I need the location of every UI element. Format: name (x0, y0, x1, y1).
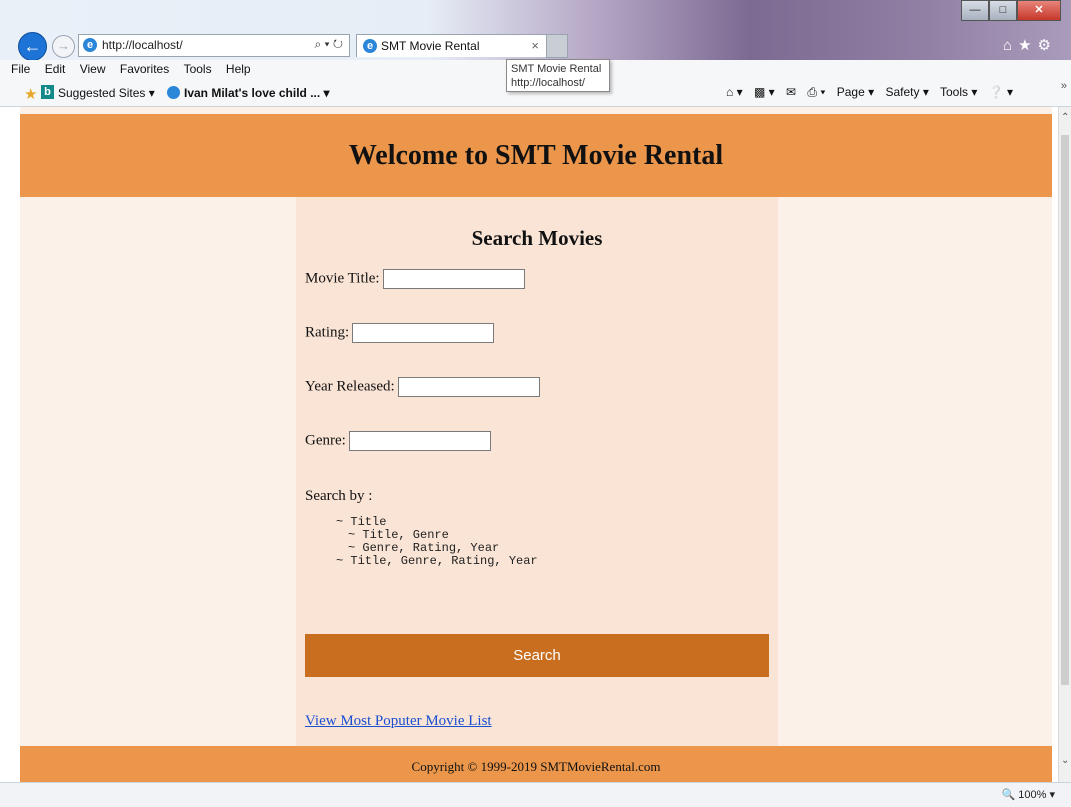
new-tab-button[interactable] (546, 34, 568, 58)
tab-close-icon[interactable]: × (531, 38, 539, 53)
address-bar[interactable]: e http://localhost/ ⌕ ▾ ↻ (78, 34, 350, 57)
tab-tooltip: SMT Movie Rental http://localhost/ (506, 59, 610, 92)
page-body: Welcome to SMT Movie Rental Search Movie… (20, 107, 1052, 782)
search-option-line: ~ Title, Genre, Rating, Year (336, 554, 538, 568)
star-icon[interactable]: ★ (1018, 37, 1037, 54)
zoom-level: 100% (1018, 789, 1047, 801)
popular-movies-link[interactable]: View Most Poputer Movie List (305, 713, 492, 730)
search-button[interactable]: Search (305, 634, 769, 677)
movie-title-input[interactable] (382, 269, 525, 289)
zoom-control[interactable]: 🔍 100% ▾ (1002, 788, 1055, 801)
search-option-line: ~ Title, Genre (348, 528, 449, 542)
status-bar: 🔍 100% ▾ (0, 782, 1071, 807)
site-title: Welcome to SMT Movie Rental (348, 140, 724, 171)
tooltip-title: SMT Movie Rental (511, 63, 602, 75)
tab-title[interactable]: SMT Movie Rental (381, 39, 479, 53)
help-icon[interactable]: ❔ ▾ (989, 85, 1013, 99)
tooltip-url: http://localhost/ (511, 77, 585, 89)
gear-icon[interactable]: ⚙ (1038, 37, 1057, 54)
safety-menu[interactable]: Safety ▾ (885, 85, 928, 99)
zoom-icon: 🔍 (1001, 789, 1016, 801)
site-footer: Copyright © 1999-2019 SMTMovieRental.com (20, 746, 1052, 782)
year-label: Year Released: (305, 378, 395, 395)
form-heading: Search Movies (471, 226, 603, 250)
bing-icon: b (41, 85, 54, 99)
scrollbar-thumb[interactable] (1061, 135, 1069, 685)
menu-help[interactable]: Help (226, 62, 251, 76)
rating-input[interactable] (352, 323, 495, 343)
chevron-right-icon[interactable]: » (1061, 80, 1067, 92)
feeds-icon[interactable]: ▩ ▾ (754, 85, 775, 99)
page-viewport: Welcome to SMT Movie Rental Search Movie… (0, 107, 1071, 782)
print-icon[interactable]: ⎙ ▾ (807, 85, 825, 99)
home-icon[interactable]: ⌂ (1003, 37, 1018, 54)
movie-title-row: Movie Title: (305, 269, 525, 289)
menu-file[interactable]: File (11, 62, 30, 76)
search-option-line: ~ Genre, Rating, Year (348, 541, 500, 555)
favorite-link[interactable]: Ivan Milat's love child ... ▾ (184, 86, 330, 100)
menu-tools[interactable]: Tools (184, 62, 212, 76)
menu-favorites[interactable]: Favorites (120, 62, 169, 76)
command-bar: ⌂ ▾ ▩ ▾ ✉ ⎙ ▾ Page ▾ Safety ▾ Tools ▾ ❔ … (726, 85, 1021, 100)
scroll-up-icon[interactable]: ⌃ (1061, 112, 1069, 123)
scroll-down-icon[interactable]: ⌄ (1061, 755, 1069, 766)
year-input[interactable] (397, 377, 540, 397)
tab-ie-icon: e (363, 39, 377, 53)
mail-icon[interactable]: ✉ (786, 85, 796, 99)
search-by-label: Search by : (305, 488, 373, 504)
rating-label: Rating: (305, 324, 350, 341)
back-arrow-icon[interactable]: ← (18, 32, 47, 61)
browser-tab[interactable]: e SMT Movie Rental × (356, 34, 548, 57)
favorites-star-icon[interactable]: ★ (24, 85, 37, 103)
genre-row: Genre: (305, 431, 491, 451)
toolbar-icons: ⌂★⚙ (1003, 36, 1057, 54)
window-controls: — □ ✕ (961, 0, 1061, 21)
movie-title-label: Movie Title: (305, 270, 380, 287)
search-panel: Search Movies Movie Title: Rating: Year … (296, 197, 778, 782)
browser-title-bar: ← → e http://localhost/ ⌕ ▾ ↻ e SMT Movi… (0, 0, 1071, 61)
genre-label: Genre: (305, 432, 346, 449)
year-row: Year Released: (305, 377, 540, 397)
menu-edit[interactable]: Edit (45, 62, 66, 76)
genre-input[interactable] (348, 431, 491, 451)
copyright-text: Copyright © 1999-2019 SMTMovieRental.com (411, 759, 661, 774)
home-cmd-icon[interactable]: ⌂ ▾ (726, 85, 743, 99)
address-url[interactable]: http://localhost/ (102, 38, 183, 52)
address-controls[interactable]: ⌕ ▾ ↻ (314, 37, 343, 52)
tools-menu[interactable]: Tools ▾ (940, 85, 977, 99)
menu-view[interactable]: View (80, 62, 106, 76)
maximize-icon[interactable]: □ (989, 0, 1017, 21)
search-option-line: ~ Title (336, 515, 387, 529)
ie-icon: e (83, 38, 97, 52)
forward-arrow-icon[interactable]: → (52, 35, 75, 58)
vertical-scrollbar[interactable]: ⌃ ⌄ (1058, 107, 1071, 782)
page-menu[interactable]: Page ▾ (837, 85, 874, 99)
favorite-page-icon (167, 86, 180, 99)
minimize-icon[interactable]: — (961, 0, 989, 21)
suggested-sites-link[interactable]: Suggested Sites ▾ (58, 86, 155, 100)
close-icon[interactable]: ✕ (1017, 0, 1061, 21)
rating-row: Rating: (305, 323, 495, 343)
site-header: Welcome to SMT Movie Rental (20, 114, 1052, 197)
